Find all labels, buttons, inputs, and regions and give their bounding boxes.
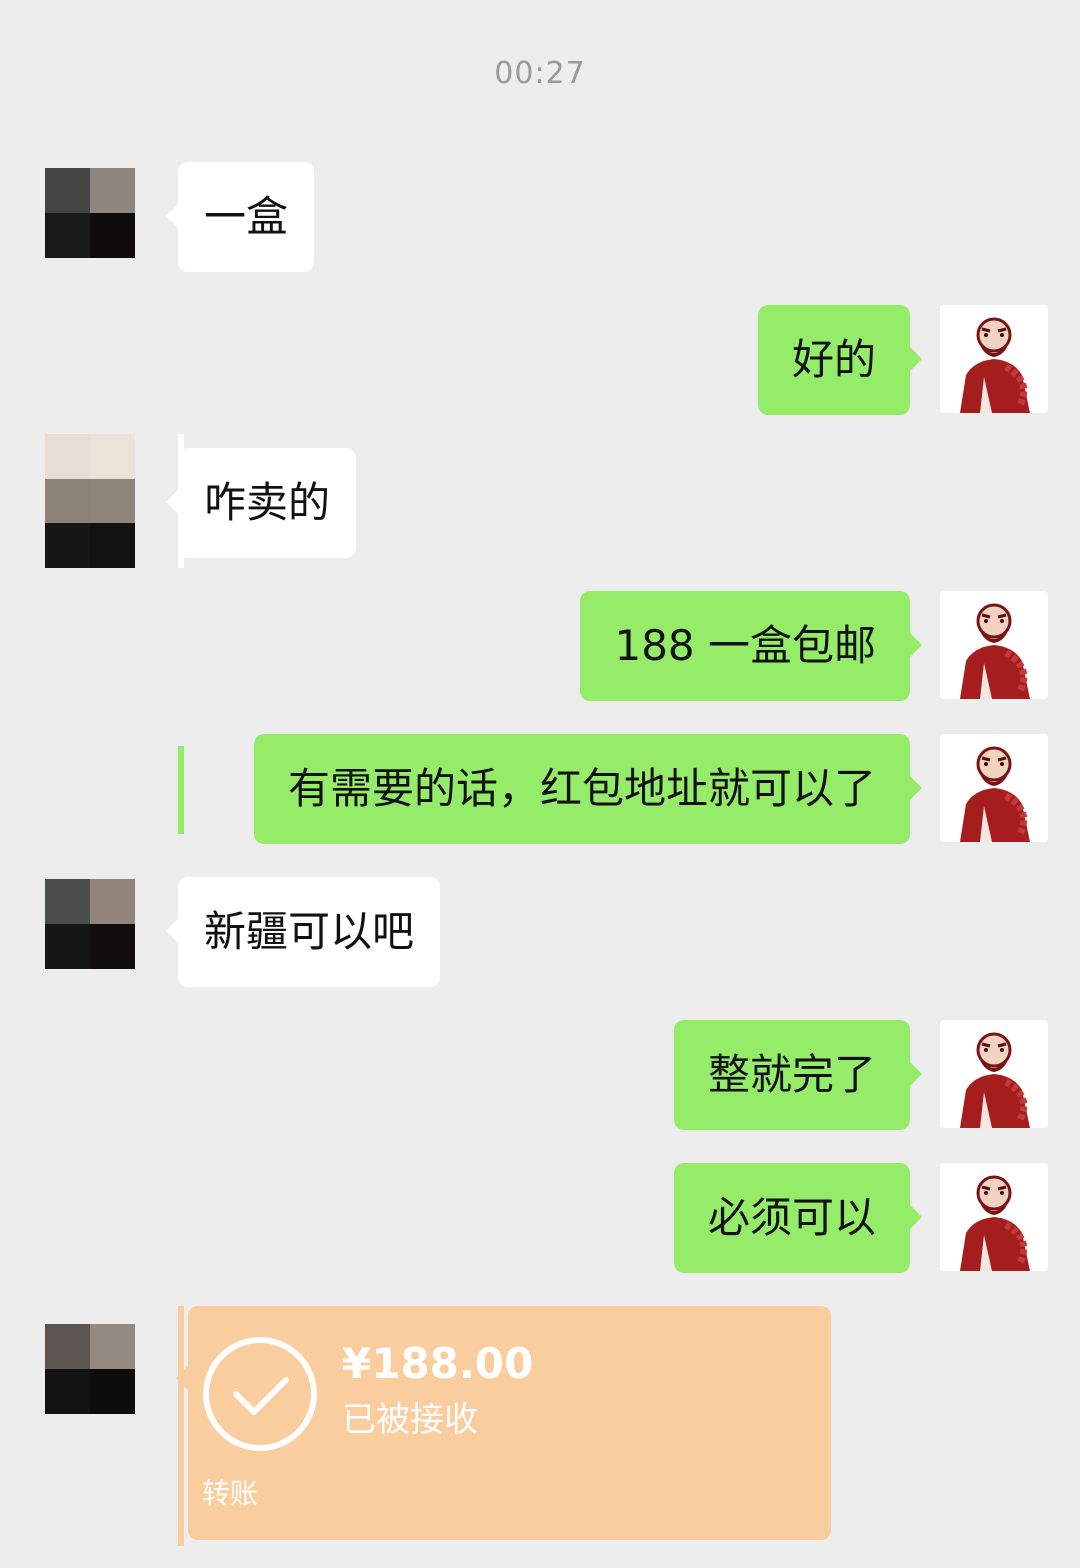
message-bubble-outgoing[interactable]: 有需要的话，红包地址就可以了: [253, 734, 923, 844]
monk-portrait-icon: [940, 734, 1048, 842]
message-bubble-incoming[interactable]: 一盒: [165, 162, 315, 272]
message-text: 188 一盒包邮: [614, 621, 876, 670]
message-text: 整就完了: [707, 1050, 876, 1099]
message-bubble-outgoing[interactable]: 好的: [757, 305, 923, 415]
monk-portrait-icon: [940, 1163, 1048, 1271]
monk-portrait-icon: [940, 1020, 1048, 1128]
message-bubble-incoming[interactable]: 新疆可以吧: [165, 877, 441, 987]
message-bubble-outgoing[interactable]: 188 一盒包邮: [580, 591, 922, 701]
self-avatar[interactable]: [940, 1163, 1048, 1271]
message-text: 有需要的话，红包地址就可以了: [287, 764, 876, 813]
contact-avatar[interactable]: [45, 1324, 135, 1414]
self-avatar[interactable]: [940, 1020, 1048, 1128]
check-circle-icon: [203, 1337, 317, 1451]
message-text: 必须可以: [707, 1193, 876, 1242]
self-avatar[interactable]: [940, 591, 1048, 699]
contact-avatar[interactable]: [45, 434, 135, 568]
message-bubble-incoming[interactable]: 咋卖的: [165, 448, 357, 558]
transfer-label: 转账: [202, 1477, 259, 1510]
message-text: 一盒: [204, 192, 289, 241]
message-text: 新疆可以吧: [204, 907, 415, 956]
bubble-edge: [178, 1306, 184, 1546]
transfer-card[interactable]: ¥188.00 已被接收 转账: [176, 1306, 831, 1540]
monk-portrait-icon: [940, 591, 1048, 699]
transfer-amount: ¥188.00: [342, 1339, 534, 1388]
message-text: 咋卖的: [204, 478, 331, 527]
contact-avatar[interactable]: [45, 168, 135, 258]
message-bubble-outgoing[interactable]: 整就完了: [673, 1020, 923, 1130]
monk-portrait-icon: [940, 305, 1048, 413]
contact-avatar[interactable]: [45, 879, 135, 969]
message-text: 好的: [791, 335, 876, 384]
bubble-edge: [178, 746, 184, 834]
chat-timestamp: 00:27: [494, 56, 586, 91]
self-avatar[interactable]: [940, 305, 1048, 413]
message-bubble-outgoing[interactable]: 必须可以: [673, 1163, 923, 1273]
self-avatar[interactable]: [940, 734, 1048, 842]
transfer-status: 已被接收: [342, 1400, 478, 1440]
